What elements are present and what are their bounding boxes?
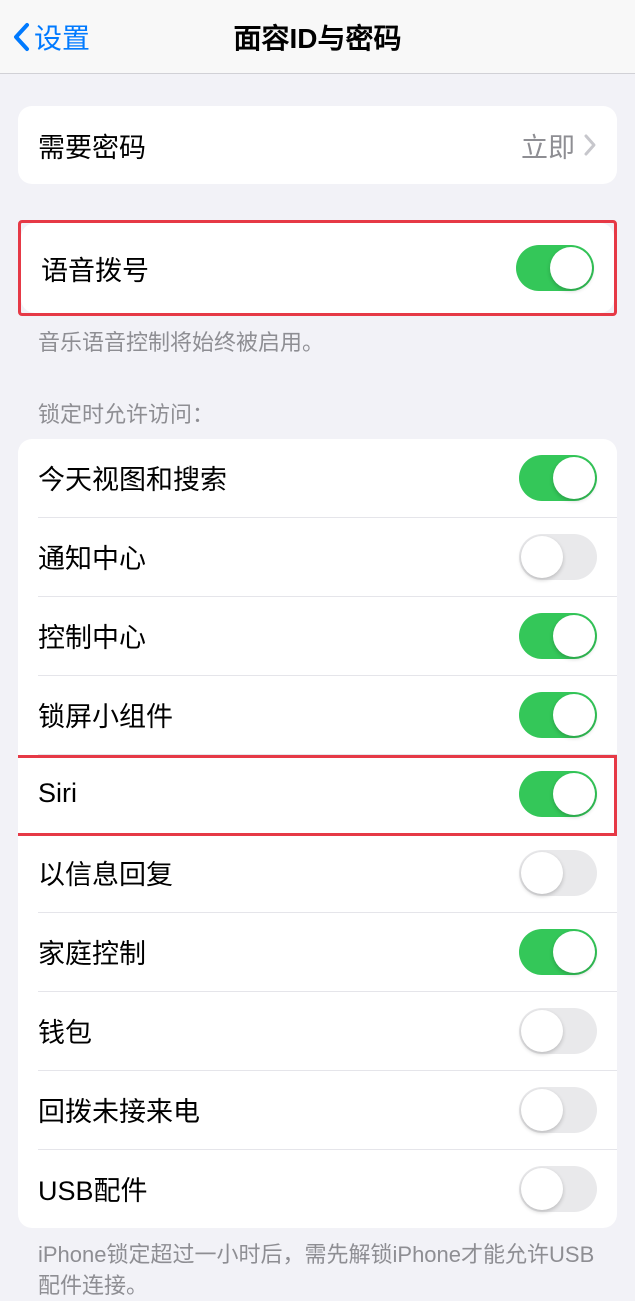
require-passcode-value: 立即	[521, 126, 575, 165]
lock-access-row: USB配件	[18, 1150, 617, 1228]
require-passcode-label: 需要密码	[38, 126, 146, 165]
lock-access-label: 家庭控制	[38, 932, 146, 971]
section-passcode: 需要密码 立即	[18, 106, 617, 184]
lock-access-row: 控制中心	[18, 597, 617, 675]
lock-access-label: 通知中心	[38, 537, 146, 576]
lock-access-row: Siri	[18, 755, 617, 833]
voice-dial-toggle[interactable]	[516, 245, 594, 291]
voice-dial-highlight: 语音拨号	[18, 220, 617, 316]
page-title: 面容ID与密码	[233, 17, 401, 57]
lock-access-toggle[interactable]	[519, 1008, 597, 1054]
lock-access-label: Siri	[38, 778, 77, 809]
lock-access-label: USB配件	[38, 1169, 148, 1208]
chevron-left-icon	[12, 22, 30, 52]
section-lock-access: 今天视图和搜索通知中心控制中心锁屏小组件 Siri 以信息回复家庭控制钱包回拨未接来…	[18, 439, 617, 1228]
voice-dial-footer: 音乐语音控制将始终被启用。	[18, 316, 617, 359]
voice-dial-label: 语音拨号	[41, 249, 149, 288]
lock-access-label: 回拨未接来电	[38, 1090, 200, 1129]
require-passcode-row[interactable]: 需要密码 立即	[18, 106, 617, 184]
lock-access-row: 回拨未接来电	[18, 1071, 617, 1149]
lock-access-toggle[interactable]	[519, 1087, 597, 1133]
lock-access-row: 锁屏小组件	[18, 676, 617, 754]
lock-access-row: 今天视图和搜索	[18, 439, 617, 517]
lock-access-toggle[interactable]	[519, 1166, 597, 1212]
lock-access-label: 控制中心	[38, 616, 146, 655]
lock-access-toggle[interactable]	[519, 692, 597, 738]
lock-access-toggle[interactable]	[519, 455, 597, 501]
lock-access-toggle[interactable]	[519, 929, 597, 975]
lock-access-row: 以信息回复	[18, 834, 617, 912]
lock-access-toggle[interactable]	[519, 613, 597, 659]
lock-access-label: 今天视图和搜索	[38, 458, 227, 497]
lock-access-toggle[interactable]	[519, 850, 597, 896]
chevron-right-icon	[583, 133, 597, 157]
lock-access-header: 锁定时允许访问：	[18, 397, 617, 439]
lock-access-toggle[interactable]	[519, 534, 597, 580]
lock-access-label: 钱包	[38, 1011, 92, 1050]
lock-access-toggle[interactable]	[519, 771, 597, 817]
lock-access-footer: iPhone锁定超过一小时后，需先解锁iPhone才能允许USB配件连接。	[18, 1228, 617, 1301]
navigation-header: 设置 面容ID与密码	[0, 0, 635, 74]
lock-access-row: 通知中心	[18, 518, 617, 596]
lock-access-label: 以信息回复	[38, 853, 173, 892]
section-voice-dial: 语音拨号	[21, 223, 614, 313]
voice-dial-row: 语音拨号	[21, 223, 614, 313]
back-label: 设置	[34, 17, 90, 57]
lock-access-row: 钱包	[18, 992, 617, 1070]
lock-access-label: 锁屏小组件	[38, 695, 173, 734]
back-button[interactable]: 设置	[0, 17, 90, 57]
lock-access-row: 家庭控制	[18, 913, 617, 991]
